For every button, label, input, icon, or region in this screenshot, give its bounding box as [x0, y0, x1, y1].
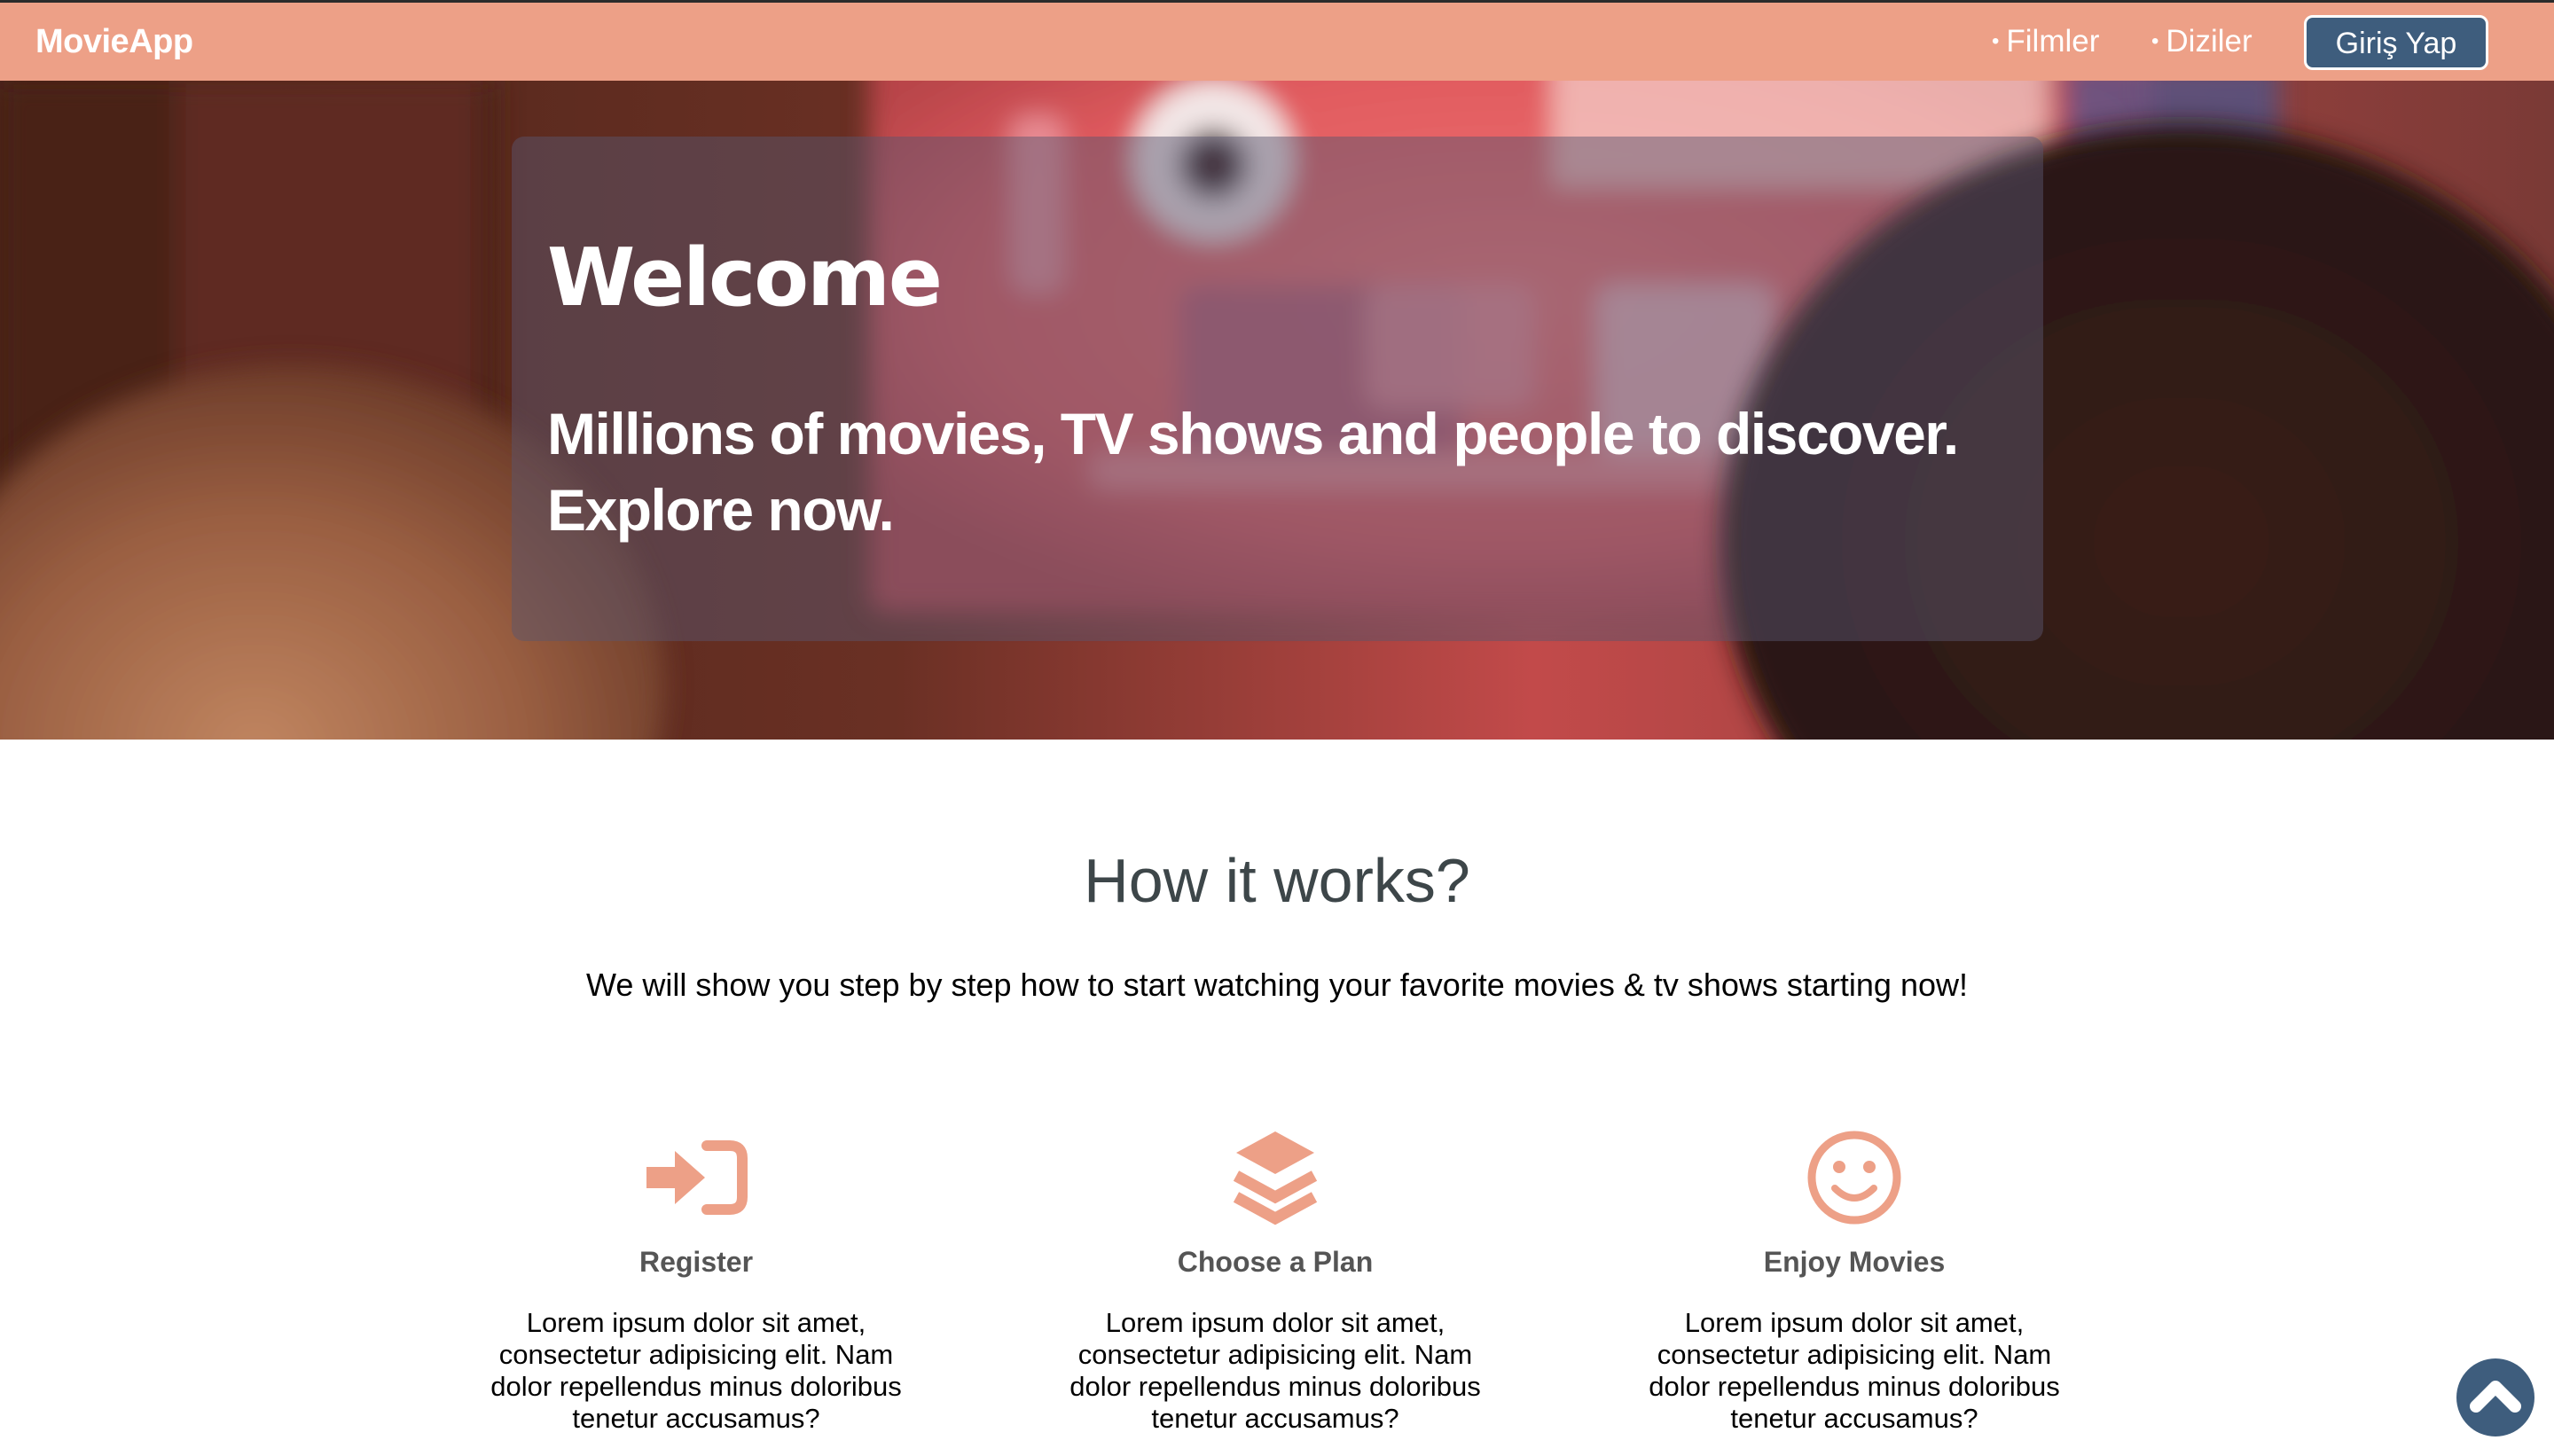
bullet-icon: •: [2151, 29, 2159, 53]
section-subtitle: We will show you step by step how to sta…: [585, 967, 1968, 1003]
bullet-icon: •: [1992, 29, 2000, 53]
navbar: MovieApp • Filmler • Diziler Giriş Yap: [0, 3, 2554, 81]
sign-in-icon: [646, 1140, 748, 1215]
nav-link-diziler[interactable]: • Diziler: [2151, 3, 2252, 81]
nav-link-label: Diziler: [2166, 24, 2252, 59]
scroll-to-top-button[interactable]: [2456, 1358, 2534, 1436]
nav-link-filmler[interactable]: • Filmler: [1992, 3, 2099, 81]
step-choose-plan: Choose a Plan Lorem ipsum dolor sit amet…: [1045, 1124, 1506, 1435]
step-title: Choose a Plan: [1177, 1246, 1374, 1278]
login-button[interactable]: Giriş Yap: [2304, 15, 2488, 70]
step-register: Register Lorem ipsum dolor sit amet, con…: [466, 1124, 927, 1435]
nav-link-label: Filmler: [2006, 24, 2100, 59]
brand-logo[interactable]: MovieApp: [35, 3, 193, 81]
step-description: Lorem ipsum dolor sit amet, consectetur …: [1069, 1307, 1481, 1434]
section-title: How it works?: [1084, 846, 1470, 915]
step-description: Lorem ipsum dolor sit amet, consectetur …: [490, 1307, 902, 1434]
hero-banner: Welcome Millions of movies, TV shows and…: [0, 81, 2554, 740]
step-description: Lorem ipsum dolor sit amet, consectetur …: [1649, 1307, 2060, 1434]
layers-icon: [1233, 1131, 1318, 1225]
step-title: Register: [638, 1246, 754, 1278]
hero-title: Welcome: [547, 231, 943, 325]
step-enjoy-movies: Enjoy Movies Lorem ipsum dolor sit amet,…: [1624, 1124, 2085, 1435]
smile-icon: [1807, 1131, 1901, 1225]
step-title: Enjoy Movies: [1763, 1246, 1946, 1278]
hero-subtitle: Millions of movies, TV shows and people …: [547, 401, 1959, 543]
chevron-up-icon: [2470, 1381, 2521, 1413]
hero-overlay-card: Welcome Millions of movies, TV shows and…: [512, 137, 2043, 641]
